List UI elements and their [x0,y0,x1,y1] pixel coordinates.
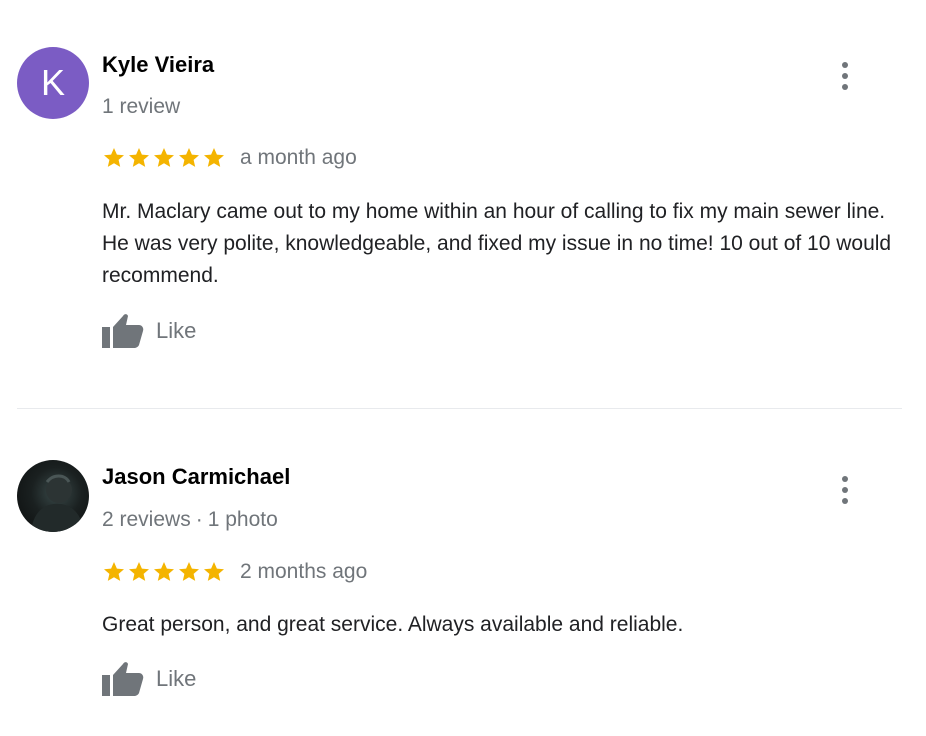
star-icon [104,562,124,581]
star-icon [204,148,224,167]
review-card: Jason Carmichael 2 reviews · 1 photo 2 mon… [0,412,926,736]
like-label: Like [156,318,197,343]
rating-row: 2 months ago [102,560,367,584]
thumbs-up-icon [102,662,144,696]
more-vert-icon-dot [842,73,848,79]
avatar[interactable]: K [17,47,89,119]
star-icon [179,148,199,167]
thumbs-up-icon [102,314,144,348]
avatar[interactable] [17,460,89,532]
reviewer-name[interactable]: Jason Carmichael [102,464,290,490]
review-date: 2 months ago [240,560,368,583]
star-icon [129,562,149,581]
rating-row: a month ago [102,146,357,170]
star-icon [104,148,124,167]
star-icon [204,562,224,581]
star-icon [154,562,174,581]
avatar-letter: K [40,62,65,103]
more-vert-icon [842,62,848,68]
more-vert-icon [842,476,848,482]
review-date: a month ago [240,146,357,169]
avatar-photo [31,474,83,532]
divider [17,408,902,409]
more-vert-icon-dot [842,487,848,493]
review-count: 1 review [102,95,181,118]
star-icon [129,148,149,167]
star-rating [102,146,227,170]
meta-separator: · [195,508,203,531]
like-label: Like [156,666,197,691]
like-button[interactable]: Like [102,312,196,350]
review-text: Mr. Maclary came out to my home within a… [102,200,892,287]
photo-count: 1 photo [207,508,278,531]
review-text: Great person, and great service. Always … [102,613,684,636]
like-button[interactable]: Like [102,660,196,698]
more-vert-icon-dot [842,84,848,90]
more-vert-icon-dot [842,498,848,504]
star-icon [154,148,174,167]
star-rating [102,560,227,584]
reviewer-name[interactable]: Kyle Vieira [102,52,214,78]
star-icon [179,562,199,581]
review-count: 2 reviews [102,508,191,531]
more-options-button[interactable] [832,62,858,90]
reviewer-meta: 1 review [102,95,180,119]
more-options-button[interactable] [832,476,858,504]
review-card: K Kyle Vieira 1 review a month ago Mr. M… [0,0,926,410]
reviewer-meta: 2 reviews · 1 photo [102,508,278,532]
